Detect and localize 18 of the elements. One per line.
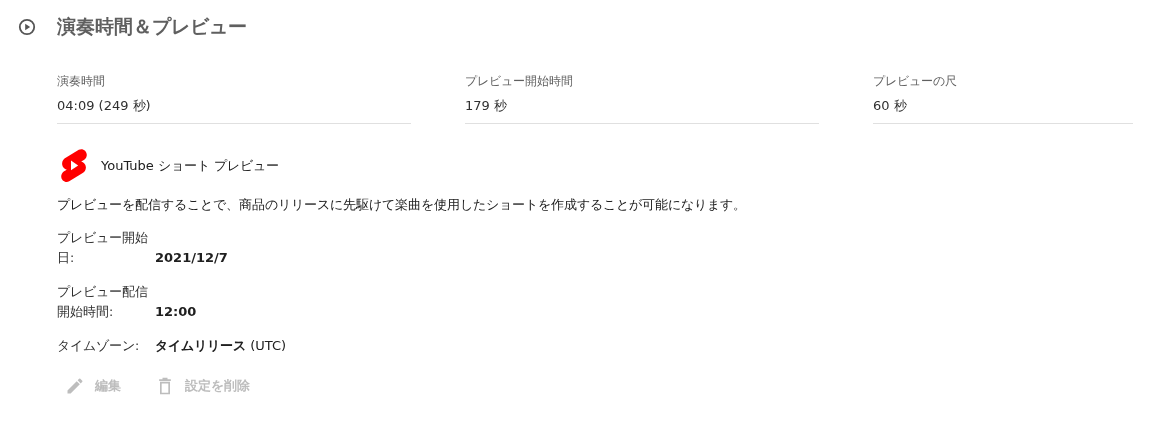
section-title: 演奏時間＆プレビュー bbox=[57, 14, 247, 39]
detail-label: プレビュー配信開始時間: bbox=[57, 283, 149, 321]
pencil-icon bbox=[65, 376, 85, 396]
field-label: 演奏時間 bbox=[57, 73, 106, 90]
field-value: 04:09 (249 秒) bbox=[57, 97, 152, 115]
detail-label: プレビュー開始日: bbox=[57, 229, 149, 267]
shorts-preview-title: YouTube ショート プレビュー bbox=[101, 157, 280, 175]
detail-value: 2021/12/7 bbox=[155, 249, 228, 267]
detail-label: タイムゾーン: bbox=[57, 337, 141, 355]
field-value: 179 秒 bbox=[465, 97, 508, 115]
detail-value: タイムリリース (UTC) bbox=[155, 337, 287, 355]
field-value: 60 秒 bbox=[873, 97, 908, 115]
detail-value: 12:00 bbox=[155, 303, 197, 321]
play-circle-icon bbox=[18, 18, 36, 36]
field-label: プレビュー開始時間 bbox=[465, 73, 574, 90]
field-label: プレビューの尺 bbox=[873, 73, 958, 90]
shorts-logo-icon bbox=[59, 148, 89, 184]
description: プレビューを配信することで、商品のリリースに先駆けて楽曲を使用したショートを作成することが可能になります。 bbox=[57, 196, 747, 214]
